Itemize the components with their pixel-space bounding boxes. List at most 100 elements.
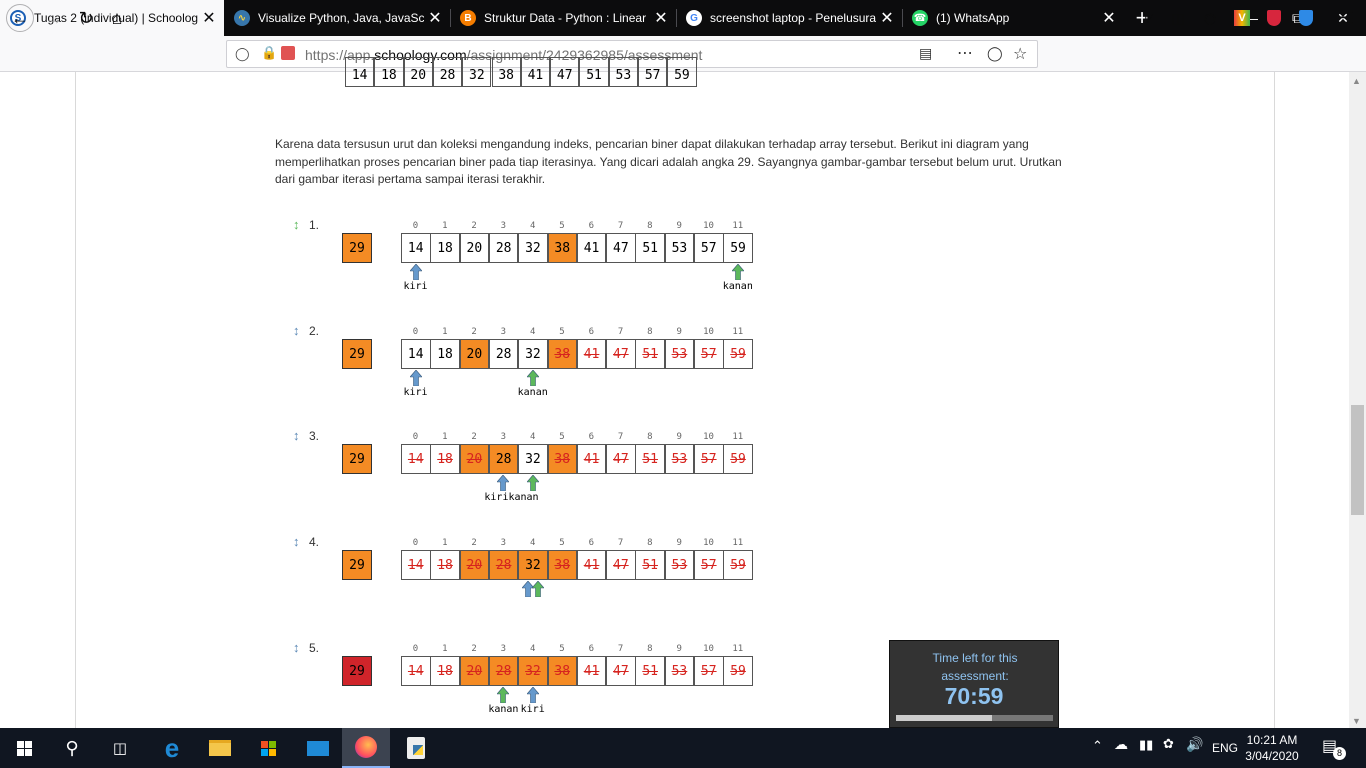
array-cell: 14: [401, 656, 431, 686]
array-cell: 18: [430, 656, 460, 686]
top-array-cell: 38: [491, 57, 521, 87]
close-tab-icon[interactable]: ✕: [650, 8, 672, 28]
store-taskbar-button[interactable]: [244, 728, 292, 768]
array-cell: 18: [430, 444, 460, 474]
tab-2[interactable]: ∿ Visualize Python, Java, JavaScript ✕: [224, 0, 450, 36]
pocket-icon[interactable]: ◯: [987, 45, 1003, 62]
kanan-arrow: [526, 369, 540, 387]
library-button[interactable]: ‖⁄: [1134, 4, 1162, 32]
start-button[interactable]: [0, 728, 48, 768]
clock[interactable]: 10:21 AM 3/04/2020: [1240, 732, 1304, 764]
sidebar-icon: ◫: [1171, 9, 1185, 26]
index-label: 5: [559, 644, 565, 654]
mail-taskbar-button[interactable]: [294, 728, 342, 768]
index-label: 7: [617, 327, 624, 337]
task-view-button[interactable]: ◫: [96, 728, 144, 768]
kiri-arrow: [526, 686, 540, 704]
camera-permission-icon[interactable]: [281, 46, 295, 60]
top-array-cell: 53: [608, 57, 638, 87]
extension-shield-red-button[interactable]: [1260, 4, 1288, 32]
show-hidden-icons-icon[interactable]: ⌃: [1092, 738, 1103, 754]
shield-icon[interactable]: ◯: [235, 46, 250, 62]
array-cell: 41: [576, 233, 607, 263]
forward-button[interactable]: →: [40, 4, 68, 32]
tab-title: Visualize Python, Java, JavaScript: [258, 11, 424, 25]
extension-shield-blue-button[interactable]: [1292, 4, 1320, 32]
index-label: 2: [471, 221, 477, 231]
edge-taskbar-button[interactable]: e: [148, 728, 196, 768]
edge-icon: e: [164, 732, 180, 763]
file-explorer-taskbar-button[interactable]: [196, 728, 244, 768]
sort-handle-icon[interactable]: ↕: [293, 534, 300, 549]
sort-handle-icon[interactable]: ↕: [293, 217, 300, 232]
item-number: 5.: [309, 641, 320, 655]
array-cell: 53: [664, 339, 695, 369]
array-cell: 57: [694, 656, 724, 686]
array-cell: 18: [430, 233, 460, 263]
tab-separator: [676, 9, 677, 27]
firefox-taskbar-button[interactable]: [342, 728, 390, 768]
top-array-cell: 14: [345, 57, 375, 87]
battery-icon[interactable]: ▮▮: [1139, 737, 1153, 753]
array-cell: 38: [547, 339, 577, 369]
sort-handle-icon[interactable]: ↕: [293, 640, 300, 655]
account-button[interactable]: ◉: [1196, 4, 1224, 32]
array-cell: 53: [664, 550, 695, 580]
v-extension-icon: V: [1234, 10, 1250, 26]
action-center-button[interactable]: ▤ 8: [1322, 736, 1346, 760]
assessment-timer: Time left for this assessment: 70:59: [889, 640, 1059, 728]
index-label: 3: [500, 432, 507, 442]
scrollbar-thumb[interactable]: [1351, 405, 1364, 515]
array-cell: 38: [547, 656, 577, 686]
index-label: 1: [442, 538, 448, 548]
index-label: 6: [588, 221, 594, 231]
onedrive-icon[interactable]: ☁: [1114, 736, 1128, 753]
index-label: 2: [471, 327, 477, 337]
reader-view-icon[interactable]: ▤: [919, 45, 932, 62]
page-actions-icon[interactable]: ⋯: [957, 43, 973, 63]
home-button[interactable]: ⌂: [103, 4, 131, 32]
search-target-box: 29: [342, 550, 372, 580]
array-cell: 20: [459, 550, 490, 580]
wifi-icon[interactable]: ✿: [1163, 736, 1174, 752]
scroll-down-icon[interactable]: ▼: [1352, 716, 1361, 726]
search-target-box: 29: [342, 339, 372, 369]
reload-icon: ↻: [78, 7, 94, 28]
scroll-up-icon[interactable]: ▲: [1352, 76, 1361, 86]
tab-3[interactable]: B Struktur Data - Python : Linear ✕: [450, 0, 676, 36]
close-tab-icon[interactable]: ✕: [876, 8, 898, 28]
sidebar-button[interactable]: ◫: [1164, 4, 1192, 32]
scrollbar[interactable]: [1349, 72, 1366, 728]
extension-v-button[interactable]: V: [1228, 4, 1256, 32]
array-cell: 41: [576, 339, 607, 369]
top-array-cell: 41: [520, 57, 551, 87]
bookmark-star-icon[interactable]: ☆: [1013, 44, 1027, 64]
home-icon: ⌂: [111, 7, 123, 28]
whatsapp-icon: ☎: [912, 10, 928, 26]
index-label: 10: [703, 221, 714, 231]
search-button[interactable]: ⚲: [48, 728, 96, 768]
close-tab-icon[interactable]: ✕: [424, 8, 446, 28]
top-array-cell: 32: [462, 57, 492, 87]
index-label: 9: [676, 538, 682, 548]
close-tab-icon[interactable]: ✕: [198, 8, 220, 28]
array-cell: 41: [576, 550, 607, 580]
blogger-icon: B: [460, 10, 476, 26]
kanan-arrow: [531, 580, 545, 598]
sort-handle-icon[interactable]: ↕: [293, 323, 300, 338]
tab-4[interactable]: Gscreenshot laptop - Penelusuran ✕: [676, 0, 902, 36]
volume-icon[interactable]: 🔊: [1186, 736, 1203, 753]
python-taskbar-button[interactable]: [392, 728, 440, 768]
back-button[interactable]: ←: [6, 4, 34, 32]
sort-handle-icon[interactable]: ↕: [293, 428, 300, 443]
index-label: 2: [471, 432, 477, 442]
task-view-icon: ◫: [112, 740, 128, 757]
language-indicator[interactable]: ENG: [1212, 741, 1238, 755]
array-cell: 38: [547, 233, 577, 263]
lock-icon[interactable]: 🔒: [261, 45, 277, 61]
menu-button[interactable]: ☰: [1332, 4, 1360, 32]
reload-button[interactable]: ↻: [72, 4, 100, 32]
search-target-box: 29: [342, 233, 372, 263]
tab-5[interactable]: ☎ (1) WhatsApp ✕: [902, 0, 1124, 36]
close-tab-icon[interactable]: ✕: [1098, 8, 1120, 28]
